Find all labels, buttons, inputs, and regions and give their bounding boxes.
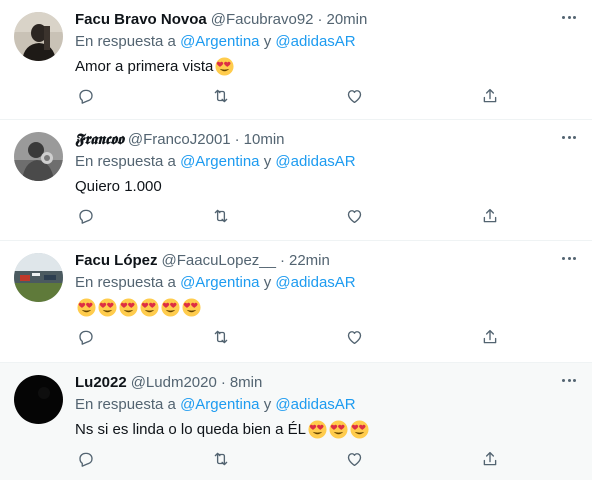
reply-prefix: En respuesta a — [75, 396, 176, 413]
display-name[interactable]: Lu2022 — [75, 374, 127, 391]
retweet-icon[interactable] — [210, 448, 232, 470]
tweet-item[interactable]: 𝕱𝖗𝖆𝖓𝖈𝖔𝖔 @FrancoJ2001 · 10min En respuest… — [0, 120, 592, 241]
mention-link[interactable]: @Argentina — [180, 33, 259, 50]
action-bar — [75, 205, 505, 227]
emoji-row — [75, 297, 201, 317]
heart-eyes-emoji — [329, 419, 348, 439]
share-icon[interactable] — [479, 205, 501, 227]
tweet-text-content: Ns si es linda o lo queda bien a ÉL — [75, 420, 306, 438]
display-name[interactable]: Facu Bravo Novoa — [75, 11, 207, 28]
heart-icon[interactable] — [343, 448, 365, 470]
display-name[interactable]: 𝕱𝖗𝖆𝖓𝖈𝖔𝖔 — [75, 130, 124, 148]
user-handle[interactable]: @FaacuLopez__ — [162, 252, 276, 269]
separator: · — [234, 130, 240, 148]
more-icon[interactable] — [560, 371, 578, 389]
mention-link[interactable]: @adidasAR — [275, 153, 355, 170]
share-icon[interactable] — [479, 85, 501, 107]
reply-icon[interactable] — [75, 205, 97, 227]
share-icon[interactable] — [479, 448, 501, 470]
reply-icon[interactable] — [75, 448, 97, 470]
retweet-icon[interactable] — [210, 326, 232, 348]
tweet-item[interactable]: Lu2022 @Ludm2020 · 8min En respuesta a @… — [0, 363, 592, 480]
reply-context: En respuesta a @Argentina y @adidasAR — [75, 274, 356, 294]
reply-feed: Facu Bravo Novoa @Facubravo92 · 20min En… — [0, 0, 592, 480]
reply-join: y — [263, 33, 272, 50]
retweet-icon[interactable] — [210, 205, 232, 227]
tweet-text-content: Amor a primera vista — [75, 57, 214, 75]
action-bar — [75, 326, 505, 348]
timestamp[interactable]: 10min — [244, 131, 285, 148]
heart-eyes-emoji — [98, 297, 117, 317]
user-handle[interactable]: @FrancoJ2001 — [128, 131, 231, 148]
avatar[interactable] — [14, 132, 63, 181]
heart-eyes-emoji — [308, 419, 327, 439]
avatar[interactable] — [14, 12, 63, 61]
reply-icon[interactable] — [75, 326, 97, 348]
emoji-row — [306, 419, 369, 439]
heart-eyes-emoji — [215, 56, 234, 76]
reply-join: y — [263, 153, 272, 170]
reply-prefix: En respuesta a — [75, 33, 176, 50]
heart-eyes-emoji — [140, 297, 159, 317]
heart-eyes-emoji — [77, 297, 96, 317]
mention-link[interactable]: @Argentina — [180, 396, 259, 413]
more-icon[interactable] — [560, 128, 578, 146]
user-handle[interactable]: @Ludm2020 — [131, 374, 217, 391]
action-bar — [75, 85, 505, 107]
timestamp[interactable]: 8min — [230, 374, 263, 391]
emoji-row — [213, 56, 234, 76]
timestamp[interactable]: 20min — [327, 11, 368, 28]
avatar[interactable] — [14, 375, 63, 424]
heart-icon[interactable] — [343, 85, 365, 107]
retweet-icon[interactable] — [210, 85, 232, 107]
action-bar — [75, 448, 505, 470]
timestamp[interactable]: 22min — [289, 252, 330, 269]
tweet-text: Amor a primera vista — [75, 55, 234, 77]
heart-eyes-emoji — [350, 419, 369, 439]
user-handle[interactable]: @Facubravo92 — [211, 11, 314, 28]
mention-link[interactable]: @adidasAR — [275, 33, 355, 50]
more-icon[interactable] — [560, 8, 578, 26]
reply-join: y — [263, 396, 272, 413]
tweet-text: Ns si es linda o lo queda bien a ÉL — [75, 418, 369, 440]
avatar[interactable] — [14, 253, 63, 302]
tweet-text-content: Quiero 1.000 — [75, 177, 162, 195]
reply-context: En respuesta a @Argentina y @adidasAR — [75, 153, 356, 173]
reply-prefix: En respuesta a — [75, 274, 176, 291]
mention-link[interactable]: @adidasAR — [275, 274, 355, 291]
separator: · — [220, 373, 226, 391]
display-name[interactable]: Facu López — [75, 252, 158, 269]
reply-icon[interactable] — [75, 85, 97, 107]
reply-context: En respuesta a @Argentina y @adidasAR — [75, 33, 356, 53]
reply-prefix: En respuesta a — [75, 153, 176, 170]
reply-context: En respuesta a @Argentina y @adidasAR — [75, 396, 356, 416]
tweet-item[interactable]: Facu Bravo Novoa @Facubravo92 · 20min En… — [0, 0, 592, 120]
share-icon[interactable] — [479, 326, 501, 348]
heart-icon[interactable] — [343, 326, 365, 348]
separator: · — [317, 10, 323, 28]
heart-eyes-emoji — [161, 297, 180, 317]
tweet-text: Quiero 1.000 — [75, 175, 162, 197]
tweet-item[interactable]: Facu López @FaacuLopez__ · 22min En resp… — [0, 241, 592, 363]
mention-link[interactable]: @adidasAR — [275, 396, 355, 413]
more-icon[interactable] — [560, 249, 578, 267]
mention-link[interactable]: @Argentina — [180, 153, 259, 170]
mention-link[interactable]: @Argentina — [180, 274, 259, 291]
heart-eyes-emoji — [182, 297, 201, 317]
separator: · — [280, 251, 285, 269]
tweet-text — [75, 296, 201, 318]
heart-icon[interactable] — [343, 205, 365, 227]
heart-eyes-emoji — [119, 297, 138, 317]
reply-join: y — [263, 274, 272, 291]
